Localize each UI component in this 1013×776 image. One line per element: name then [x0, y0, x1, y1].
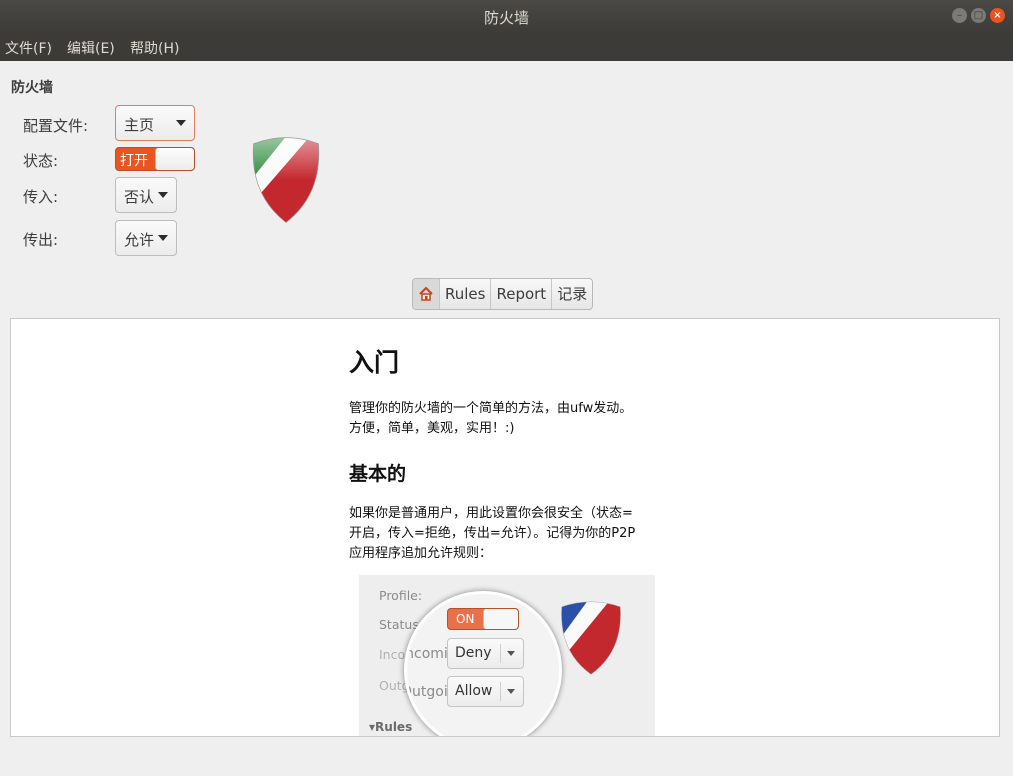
basic-line: 应用程序追加允许规则： [349, 546, 493, 561]
view-tabs: Rules Report 记录 [412, 278, 594, 310]
shot-switch-label: ON [456, 612, 475, 626]
outgoing-dropdown[interactable]: 允许 [115, 220, 177, 256]
incoming-label: 传入: [23, 188, 59, 206]
tab-report[interactable]: Report [490, 279, 551, 309]
shot-rules-label: Rules [375, 720, 413, 734]
chevron-down-icon [507, 651, 515, 656]
heading-basic: 基本的 [349, 463, 407, 485]
menu-bar: 文件(F) 编辑(E) 帮助(H) [0, 33, 1013, 61]
status-switch-label: 打开 [120, 153, 148, 169]
window-title: 防火墙 [483, 9, 529, 27]
intro-line: 方便，简单，美观，实用！:) [349, 421, 515, 436]
shot-status-switch: ON [447, 608, 519, 630]
magnifier-lens: ON Incoming: Deny Outgoing: Allow [404, 591, 562, 736]
maximize-button[interactable]: □ [971, 8, 986, 23]
title-bar[interactable]: 防火墙 – □ × [0, 0, 1013, 33]
status-switch[interactable]: 打开 [115, 147, 195, 171]
dropdown-separator [500, 644, 501, 663]
tab-rules[interactable]: Rules [439, 279, 490, 309]
chevron-down-icon [158, 235, 168, 241]
tab-log[interactable]: 记录 [551, 279, 592, 309]
help-content-pane[interactable]: 入门 管理你的防火墙的一个简单的方法，由ufw发动。 方便，简单，美观，实用！:… [10, 318, 1000, 737]
menu-edit[interactable]: 编辑(E) [67, 38, 115, 58]
chevron-down-icon [176, 120, 186, 126]
menu-help[interactable]: 帮助(H) [130, 38, 179, 58]
shot-incoming-value: Deny [455, 645, 492, 661]
shot-incoming-dropdown: Deny [447, 638, 524, 669]
shot-rules-header: ▾Rules [369, 720, 412, 734]
shot-profile-label: Profile: [379, 588, 423, 603]
chevron-down-icon [507, 689, 515, 694]
menu-file[interactable]: 文件(F) [5, 38, 52, 58]
basic-line: 如果你是普通用户，用此设置你会很安全（状态= [349, 506, 633, 521]
minimize-button[interactable]: – [952, 8, 967, 23]
chevron-down-icon [158, 192, 168, 198]
shot-switch-knob [483, 609, 518, 629]
shield-icon [248, 134, 324, 230]
profile-label: 配置文件: [23, 117, 89, 135]
status-label: 状态: [23, 152, 59, 170]
example-screenshot: Profile: Status: Incoming: Outgoing: ON [359, 575, 655, 736]
incoming-dropdown[interactable]: 否认 [115, 177, 177, 213]
profile-value: 主页 [124, 116, 155, 134]
basic-line: 开启，传入=拒绝，传出=允许）。记得为你的P2P [349, 526, 636, 541]
home-icon [419, 286, 433, 301]
basic-paragraph: 如果你是普通用户，用此设置你会很安全（状态= 开启，传入=拒绝，传出=允许）。记… [349, 504, 669, 564]
section-title: 防火墙 [11, 80, 53, 96]
shot-outgoing-dropdown: Allow [447, 676, 524, 707]
intro-line: 管理你的防火墙的一个简单的方法，由ufw发动。 [349, 401, 633, 416]
dropdown-separator [500, 682, 501, 701]
app-window: 防火墙 – □ × 文件(F) 编辑(E) 帮助(H) 防火墙 配置文件: 主页… [0, 0, 1013, 776]
profile-dropdown[interactable]: 主页 [115, 105, 195, 141]
heading-getting-started: 入门 [349, 348, 400, 377]
incoming-value: 否认 [124, 188, 155, 206]
outgoing-value: 允许 [124, 231, 155, 249]
intro-paragraph: 管理你的防火墙的一个简单的方法，由ufw发动。 方便，简单，美观，实用！:) [349, 399, 669, 439]
tab-home[interactable] [413, 279, 439, 309]
close-button[interactable]: × [990, 8, 1005, 23]
outgoing-label: 传出: [23, 231, 59, 249]
switch-knob [155, 148, 194, 170]
shot-outgoing-value: Allow [455, 683, 493, 699]
shield-icon [561, 601, 621, 675]
